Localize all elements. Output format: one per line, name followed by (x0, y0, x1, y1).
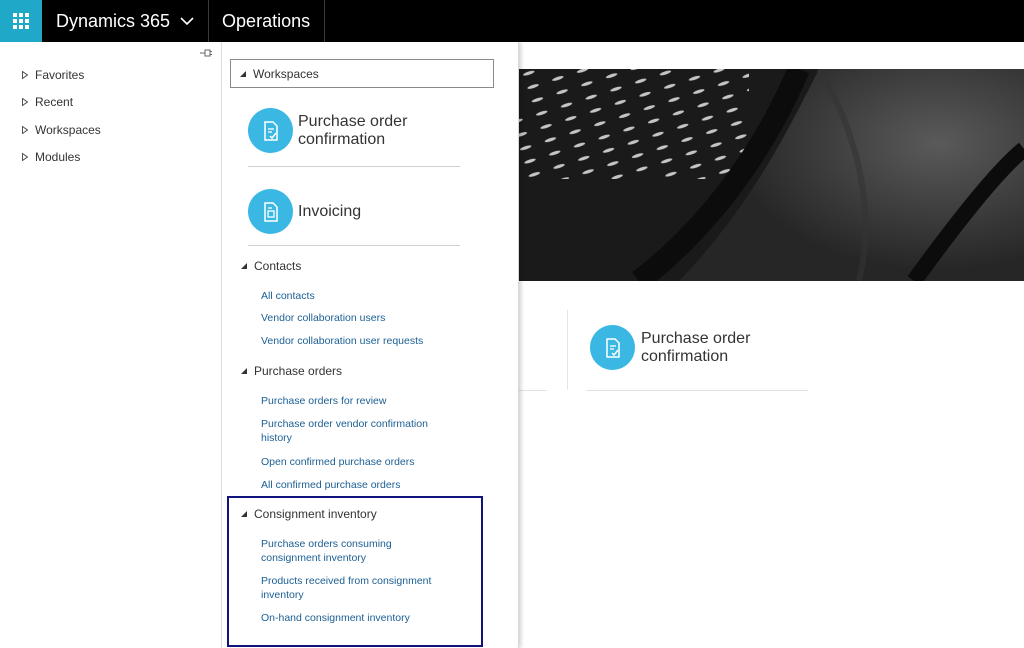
expand-triangle-icon (22, 71, 28, 79)
collapse-triangle-icon (241, 263, 247, 269)
link-purchase-order-vendor-confirmation-history[interactable]: Purchase order vendor confirmation histo… (261, 417, 451, 445)
app-launcher-button[interactable] (0, 0, 42, 42)
tile-divider (248, 245, 460, 246)
invoice-icon (248, 189, 293, 234)
nav-item-label: Favorites (35, 68, 85, 82)
chevron-down-icon (180, 17, 194, 26)
hero-banner-image (519, 69, 1024, 281)
card-underline (586, 390, 808, 391)
tile-divider (248, 166, 460, 167)
link-purchase-orders-consuming-consignment-inventory[interactable]: Purchase orders consuming consignment in… (261, 537, 451, 565)
collapse-triangle-icon (240, 70, 246, 77)
expand-triangle-icon (22, 153, 28, 161)
link-open-confirmed-purchase-orders[interactable]: Open confirmed purchase orders (261, 455, 451, 469)
section-consignment-inventory[interactable]: Consignment inventory (239, 507, 377, 521)
waffle-icon (13, 13, 29, 29)
section-purchase-orders[interactable]: Purchase orders (239, 364, 342, 378)
section-title: Consignment inventory (254, 507, 377, 521)
collapse-triangle-icon (241, 368, 247, 374)
card-underline (519, 390, 547, 391)
workspaces-header-label: Workspaces (253, 66, 319, 81)
workspaces-flyout: Workspaces Purchase order confirmation I… (222, 42, 519, 648)
card-divider (567, 310, 568, 390)
tile-label: Invoicing (298, 202, 362, 220)
navigation-pane: Favorites Recent Workspaces Modules (0, 42, 222, 648)
nav-item-modules[interactable]: Modules (22, 150, 80, 164)
nav-item-label: Workspaces (35, 123, 101, 137)
expand-triangle-icon (22, 126, 28, 134)
nav-item-workspaces[interactable]: Workspaces (22, 123, 101, 137)
expand-triangle-icon (22, 98, 28, 106)
nav-item-label: Recent (35, 95, 74, 109)
tile-purchase-order-confirmation[interactable]: Purchase order confirmation (590, 325, 810, 370)
workspace-tile-purchase-order-confirmation[interactable]: Purchase order confirmation (248, 108, 460, 153)
nav-item-recent[interactable]: Recent (22, 95, 73, 109)
section-title: Purchase orders (254, 364, 343, 378)
pin-icon[interactable] (199, 48, 213, 58)
brand-menu[interactable]: Dynamics 365 (42, 0, 210, 42)
app-name: Operations (209, 0, 326, 42)
link-products-received-from-consignment-inventory[interactable]: Products received from consignment inven… (261, 574, 451, 602)
link-vendor-collaboration-users[interactable]: Vendor collaboration users (261, 311, 451, 325)
nav-item-favorites[interactable]: Favorites (22, 68, 84, 82)
link-all-confirmed-purchase-orders[interactable]: All confirmed purchase orders (261, 478, 451, 492)
link-on-hand-consignment-inventory[interactable]: On-hand consignment inventory (261, 611, 451, 625)
document-check-icon (590, 325, 635, 370)
document-check-icon (248, 108, 293, 153)
app-name-label: Operations (222, 10, 311, 31)
section-title: Contacts (254, 259, 302, 273)
workspaces-header[interactable]: Workspaces (230, 59, 494, 88)
tile-label: Purchase order confirmation (298, 112, 408, 148)
collapse-triangle-icon (241, 511, 247, 517)
top-bar: Dynamics 365 Operations (0, 0, 1024, 42)
link-vendor-collaboration-user-requests[interactable]: Vendor collaboration user requests (261, 334, 451, 348)
workspace-tile-invoicing[interactable]: Invoicing (248, 189, 460, 234)
nav-item-label: Modules (35, 150, 81, 164)
link-all-contacts[interactable]: All contacts (261, 289, 451, 303)
link-purchase-orders-for-review[interactable]: Purchase orders for review (261, 394, 451, 408)
tile-label: Purchase order confirmation (641, 329, 751, 365)
section-contacts[interactable]: Contacts (239, 259, 301, 273)
brand-label: Dynamics 365 (56, 10, 171, 31)
